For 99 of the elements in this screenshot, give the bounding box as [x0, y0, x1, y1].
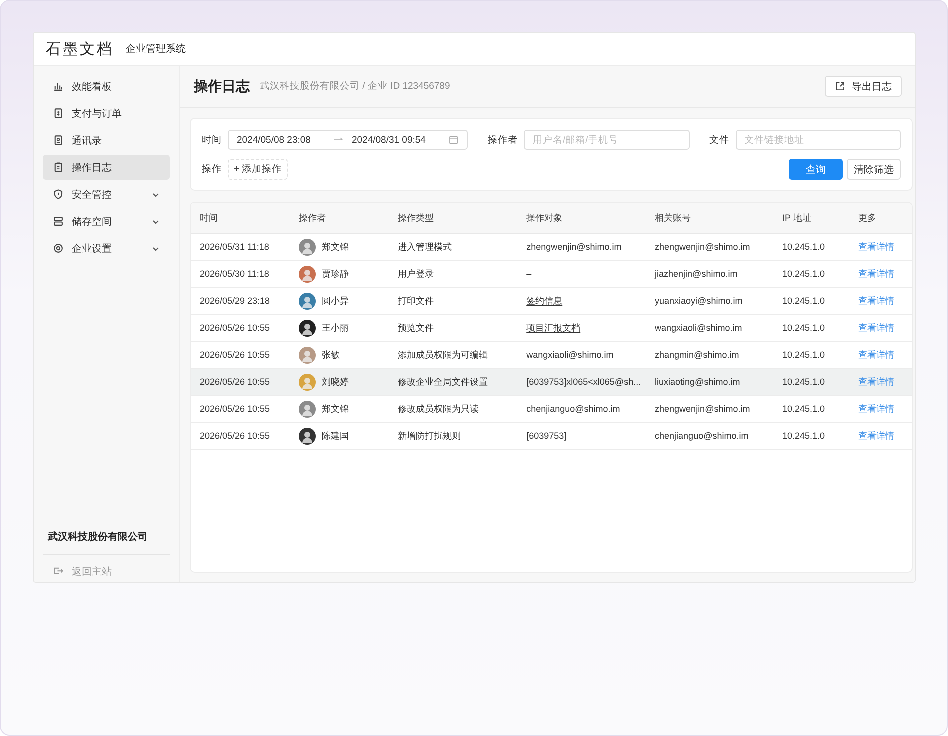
- chevron-icon: [152, 244, 160, 252]
- table-cell: 2026/05/31 11:18: [200, 242, 270, 252]
- avatar: [299, 266, 316, 282]
- table-cell: 进入管理模式: [398, 242, 452, 252]
- table-cell: 2026/05/26 10:55: [200, 323, 270, 333]
- table-cell: 添加成员权限为可编辑: [398, 350, 488, 360]
- column-header: 操作者: [299, 212, 326, 222]
- avatar: [299, 374, 316, 390]
- storage-icon: [53, 216, 64, 227]
- file-field[interactable]: 文件链接地址: [736, 130, 901, 150]
- table-cell: 10.245.1.0: [782, 296, 825, 306]
- avatar: [299, 238, 316, 256]
- table-cell: chenjianguo@shimo.im: [526, 404, 620, 414]
- sidebar-item[interactable]: 支付与订单: [43, 101, 170, 126]
- table-cell: 修改企业全局文件设置: [398, 376, 488, 386]
- field-label: 文件: [710, 134, 730, 146]
- table-cell: 10.245.1.0: [782, 431, 825, 441]
- table-cell: wangxiaoli@shimo.im: [655, 323, 742, 333]
- table-cell: 预览文件: [398, 322, 434, 332]
- clipboard-icon: [53, 162, 64, 173]
- table-cell: 郑文锦: [322, 240, 350, 254]
- column-header: 时间: [200, 212, 218, 222]
- table-cell: 圆小异: [322, 294, 350, 308]
- avatar: [299, 346, 316, 364]
- breadcrumb: 武汉科技股份有限公司 / 企业 ID 123456789: [260, 80, 452, 93]
- table-cell: 10.245.1.0: [782, 377, 825, 387]
- logo: 石墨文档: [46, 40, 114, 58]
- table-cell: 打印文件: [398, 296, 434, 306]
- table-cell: wangxiaoli@shimo.im: [526, 350, 614, 360]
- field-label: 操作者: [488, 134, 518, 146]
- app-subtitle: 企业管理系统: [126, 42, 186, 56]
- arrow-icon: [334, 137, 344, 143]
- company-name: 武汉科技股份有限公司: [46, 530, 149, 545]
- shield-icon: [53, 189, 64, 200]
- table-cell: 2026/05/30 11:18: [200, 269, 270, 279]
- table-cell: 10.245.1.0: [782, 404, 825, 414]
- table-cell: zhengwenjin@shimo.im: [655, 242, 750, 252]
- field-label: 操作: [202, 163, 222, 176]
- clear-filter-button[interactable]: 清除筛选: [847, 159, 901, 180]
- receipt-icon: [53, 108, 64, 119]
- table-cell: 2026/05/29 23:18: [200, 296, 270, 306]
- export-button[interactable]: 导出日志: [825, 76, 902, 97]
- table-cell: 郑文锦: [322, 402, 350, 416]
- table-cell: 张敏: [322, 348, 340, 362]
- table-cell: 2026/05/26 10:55: [200, 350, 270, 360]
- table-cell: 10.245.1.0: [782, 350, 825, 360]
- avatar: [299, 428, 316, 444]
- sidebar-item[interactable]: 企业设置: [43, 236, 170, 261]
- table-cell: 2026/05/26 10:55: [200, 377, 270, 387]
- avatar: [299, 400, 316, 418]
- avatar: [299, 320, 316, 336]
- table-cell: 10.245.1.0: [782, 269, 825, 279]
- table-cell: 10.245.1.0: [782, 323, 825, 333]
- table-cell: –: [526, 269, 532, 279]
- column-header: IP 地址: [782, 212, 812, 222]
- sidebar-item[interactable]: 储存空间: [43, 209, 170, 234]
- file-link[interactable]: 签约信息: [526, 296, 563, 306]
- table-cell: yuanxiaoyi@shimo.im: [655, 296, 743, 306]
- table-cell: zhengwenjin@shimo.im: [655, 404, 750, 414]
- table-cell: 修改成员权限为只读: [398, 404, 480, 414]
- sidebar-item[interactable]: 操作日志: [43, 155, 170, 180]
- column-header: 更多: [858, 212, 876, 222]
- table-cell: 用户登录: [398, 268, 434, 278]
- add-action-button[interactable]: + 添加操作: [228, 159, 288, 180]
- sidebar-item[interactable]: 安全管控: [43, 182, 170, 207]
- export-icon: [835, 81, 846, 92]
- table-cell: 新增防打扰规则: [398, 430, 462, 440]
- page-title: 操作日志: [194, 78, 250, 96]
- table-cell: [6039753]: [526, 431, 567, 441]
- chevron-icon: [152, 190, 160, 198]
- table-cell: jiazhenjin@shimo.im: [655, 269, 738, 279]
- table-cell: 刘晓婷: [322, 376, 350, 388]
- date-range-field[interactable]: 2024/05/08 23:08 2024/08/31 09:54: [228, 130, 468, 150]
- sidebar-item[interactable]: 效能看板: [43, 74, 170, 99]
- column-header: 相关账号: [655, 212, 692, 222]
- table-cell: liuxiaoting@shimo.im: [655, 377, 740, 387]
- table-cell: zhangmin@shimo.im: [655, 350, 740, 360]
- file-link[interactable]: 项目汇报文档: [526, 322, 581, 332]
- table-cell: zhengwenjin@shimo.im: [526, 242, 622, 252]
- table-cell: 王小丽: [322, 322, 350, 334]
- table-cell: 10.245.1.0: [782, 242, 825, 252]
- column-header: 操作对象: [526, 212, 563, 222]
- table-cell: 陈建国: [322, 430, 350, 442]
- table-cell: 贾珍静: [322, 268, 350, 280]
- column-header: 操作类型: [398, 212, 434, 222]
- gear-icon: [53, 243, 64, 254]
- calendar-icon: [449, 135, 459, 145]
- table-cell: chenjianguo@shimo.im: [655, 431, 749, 441]
- contact-card-icon: [53, 135, 64, 146]
- table-cell: [6039753]xl065<xl065@sh...: [526, 377, 642, 387]
- exit-icon: [53, 566, 64, 577]
- table-cell: 2026/05/26 10:55: [200, 404, 270, 414]
- chevron-icon: [152, 218, 160, 226]
- avatar: [299, 292, 316, 310]
- table-cell: 2026/05/26 10:55: [200, 431, 270, 441]
- bar-chart-icon: [53, 81, 64, 92]
- operator-field[interactable]: 用户名/邮箱/手机号: [524, 130, 690, 150]
- sidebar-item[interactable]: 通讯录: [43, 128, 170, 153]
- field-label: 时间: [202, 134, 222, 146]
